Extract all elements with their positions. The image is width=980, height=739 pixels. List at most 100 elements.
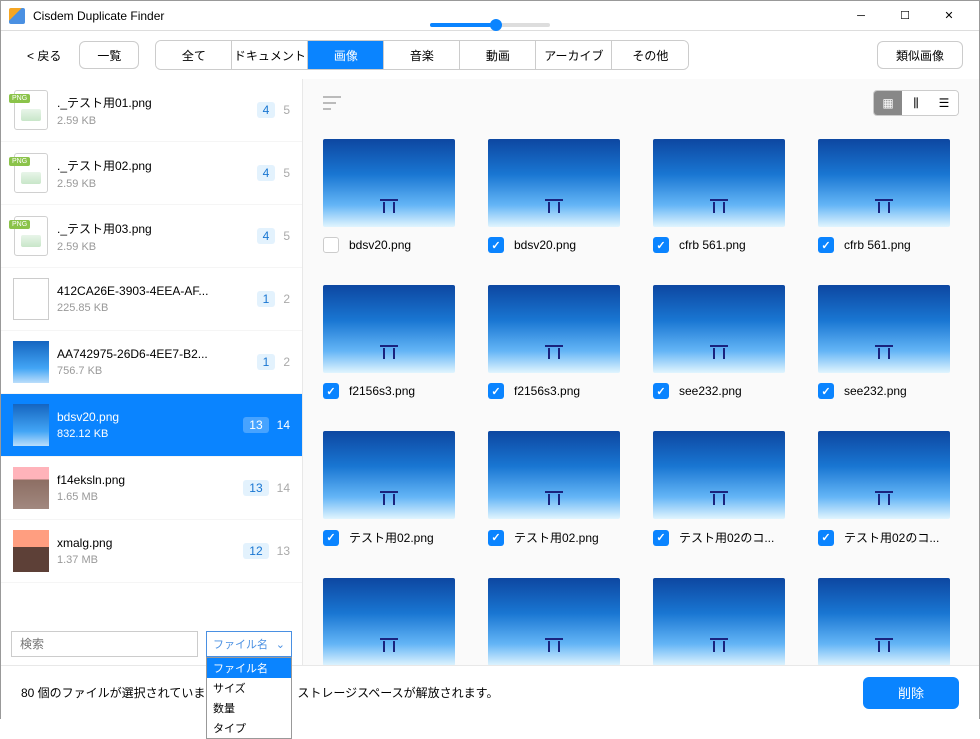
tab-6[interactable]: その他 (612, 41, 688, 69)
right-toolbar: ▦ ⫼ ☰ (303, 79, 979, 127)
checkbox[interactable] (818, 383, 834, 399)
thumbnail-card[interactable] (818, 578, 959, 665)
list-button[interactable]: 一覧 (79, 41, 139, 69)
status-text: 80 個のファイルが選択されています (21, 684, 217, 701)
list-item[interactable]: xmalg.png 1.37 MB 12 13 (1, 520, 302, 583)
checkbox[interactable] (653, 530, 669, 546)
list-item[interactable]: 412CA26E-3903-4EEA-AF... 225.85 KB 1 2 (1, 268, 302, 331)
checkbox[interactable] (488, 383, 504, 399)
checkbox[interactable] (818, 237, 834, 253)
list-item[interactable]: ._テスト用02.png 2.59 KB 4 5 (1, 142, 302, 205)
item-size: 1.37 MB (57, 554, 235, 566)
list-item[interactable]: AA742975-26D6-4EE7-B2... 756.7 KB 1 2 (1, 331, 302, 394)
thumbnail-image (653, 431, 785, 519)
item-name: ._テスト用01.png (57, 94, 249, 111)
selected-count: 13 (243, 480, 268, 496)
thumbnail-card[interactable]: テスト用02.png (488, 431, 629, 546)
thumbnail-image (323, 431, 455, 519)
item-size: 832.12 KB (57, 428, 235, 440)
search-input[interactable] (11, 631, 198, 657)
total-count: 5 (283, 229, 290, 243)
checkbox[interactable] (818, 530, 834, 546)
close-button[interactable]: ✕ (927, 1, 971, 31)
thumb-icon (13, 467, 49, 509)
list-item[interactable]: ._テスト用03.png 2.59 KB 4 5 (1, 205, 302, 268)
maximize-button[interactable]: ☐ (883, 1, 927, 31)
sort-icon[interactable] (323, 96, 343, 110)
checkbox[interactable] (488, 237, 504, 253)
zoom-slider[interactable] (430, 23, 550, 27)
thumbnail-card[interactable]: bdsv20.png (323, 139, 464, 253)
thumbnail-card[interactable]: bdsv20.png (488, 139, 629, 253)
app-icon (9, 8, 25, 24)
thumbnail-card[interactable] (653, 578, 794, 665)
total-count: 2 (283, 292, 290, 306)
sort-option[interactable]: 数量 (207, 698, 291, 718)
grid-view-button[interactable]: ▦ (874, 91, 902, 115)
thumbnail-card[interactable]: cfrb 561.png (653, 139, 794, 253)
delete-button[interactable]: 削除 (863, 677, 959, 709)
sort-select[interactable]: ファイル名 ⌄ (206, 631, 292, 657)
sort-option[interactable]: サイズ (207, 678, 291, 698)
selected-count: 1 (257, 291, 276, 307)
checkbox[interactable] (323, 383, 339, 399)
thumbnail-image (818, 578, 950, 665)
thumbnail-card[interactable] (488, 578, 629, 665)
list-item[interactable]: f14eksln.png 1.65 MB 13 14 (1, 457, 302, 520)
checkbox[interactable] (653, 383, 669, 399)
tab-0[interactable]: 全て (156, 41, 232, 69)
sort-dropdown[interactable]: ファイル名サイズ数量タイプ (206, 657, 292, 739)
selected-count: 4 (257, 165, 276, 181)
sort-option[interactable]: ファイル名 (207, 658, 291, 678)
list-item[interactable]: bdsv20.png 832.12 KB 13 14 (1, 394, 302, 457)
file-name: f2156s3.png (514, 384, 580, 398)
tab-4[interactable]: 動画 (460, 41, 536, 69)
tab-3[interactable]: 音楽 (384, 41, 460, 69)
columns-view-button[interactable]: ⫼ (902, 91, 930, 115)
minimize-button[interactable]: ─ (839, 1, 883, 31)
thumb-icon (13, 215, 49, 257)
thumbnail-card[interactable]: see232.png (653, 285, 794, 399)
tab-1[interactable]: ドキュメント (232, 41, 308, 69)
list-item[interactable]: ._テスト用01.png 2.59 KB 4 5 (1, 79, 302, 142)
thumbnail-card[interactable]: テスト用02のコ... (653, 431, 794, 546)
sidebar: ._テスト用01.png 2.59 KB 4 5 ._テスト用02.png 2.… (1, 79, 303, 665)
item-size: 2.59 KB (57, 241, 249, 253)
item-size: 2.59 KB (57, 115, 249, 127)
thumbnail-card[interactable] (323, 578, 464, 665)
file-name: cfrb 561.png (679, 238, 746, 252)
duplicate-groups-list[interactable]: ._テスト用01.png 2.59 KB 4 5 ._テスト用02.png 2.… (1, 79, 302, 623)
checkbox[interactable] (323, 237, 339, 253)
selected-count: 12 (243, 543, 268, 559)
tab-5[interactable]: アーカイブ (536, 41, 612, 69)
item-name: ._テスト用02.png (57, 157, 249, 174)
thumbnail-card[interactable]: f2156s3.png (323, 285, 464, 399)
thumbnail-card[interactable]: テスト用02のコ... (818, 431, 959, 546)
sort-option[interactable]: タイプ (207, 718, 291, 738)
checkbox[interactable] (488, 530, 504, 546)
similar-images-button[interactable]: 類似画像 (877, 41, 963, 69)
item-name: ._テスト用03.png (57, 220, 249, 237)
item-size: 756.7 KB (57, 365, 249, 377)
selected-count: 4 (257, 228, 276, 244)
thumb-icon (13, 341, 49, 383)
view-toggle: ▦ ⫼ ☰ (873, 90, 959, 116)
chevron-down-icon: ⌄ (276, 638, 285, 651)
total-count: 14 (277, 418, 290, 432)
item-size: 1.65 MB (57, 491, 235, 503)
thumbnail-card[interactable]: f2156s3.png (488, 285, 629, 399)
thumbnail-image (818, 431, 950, 519)
list-view-button[interactable]: ☰ (930, 91, 958, 115)
total-count: 5 (283, 103, 290, 117)
thumbnail-card[interactable]: テスト用02.png (323, 431, 464, 546)
checkbox[interactable] (323, 530, 339, 546)
file-name: bdsv20.png (514, 238, 576, 252)
checkbox[interactable] (653, 237, 669, 253)
back-button[interactable]: < 戻る (17, 41, 71, 70)
thumbnail-grid[interactable]: bdsv20.png bdsv20.png cfrb 561.png cfrb … (303, 127, 979, 665)
tab-2[interactable]: 画像 (308, 41, 384, 69)
thumbnail-card[interactable]: cfrb 561.png (818, 139, 959, 253)
thumbnail-card[interactable]: see232.png (818, 285, 959, 399)
file-name: テスト用02のコ... (679, 529, 774, 546)
thumbnail-image (488, 139, 620, 227)
